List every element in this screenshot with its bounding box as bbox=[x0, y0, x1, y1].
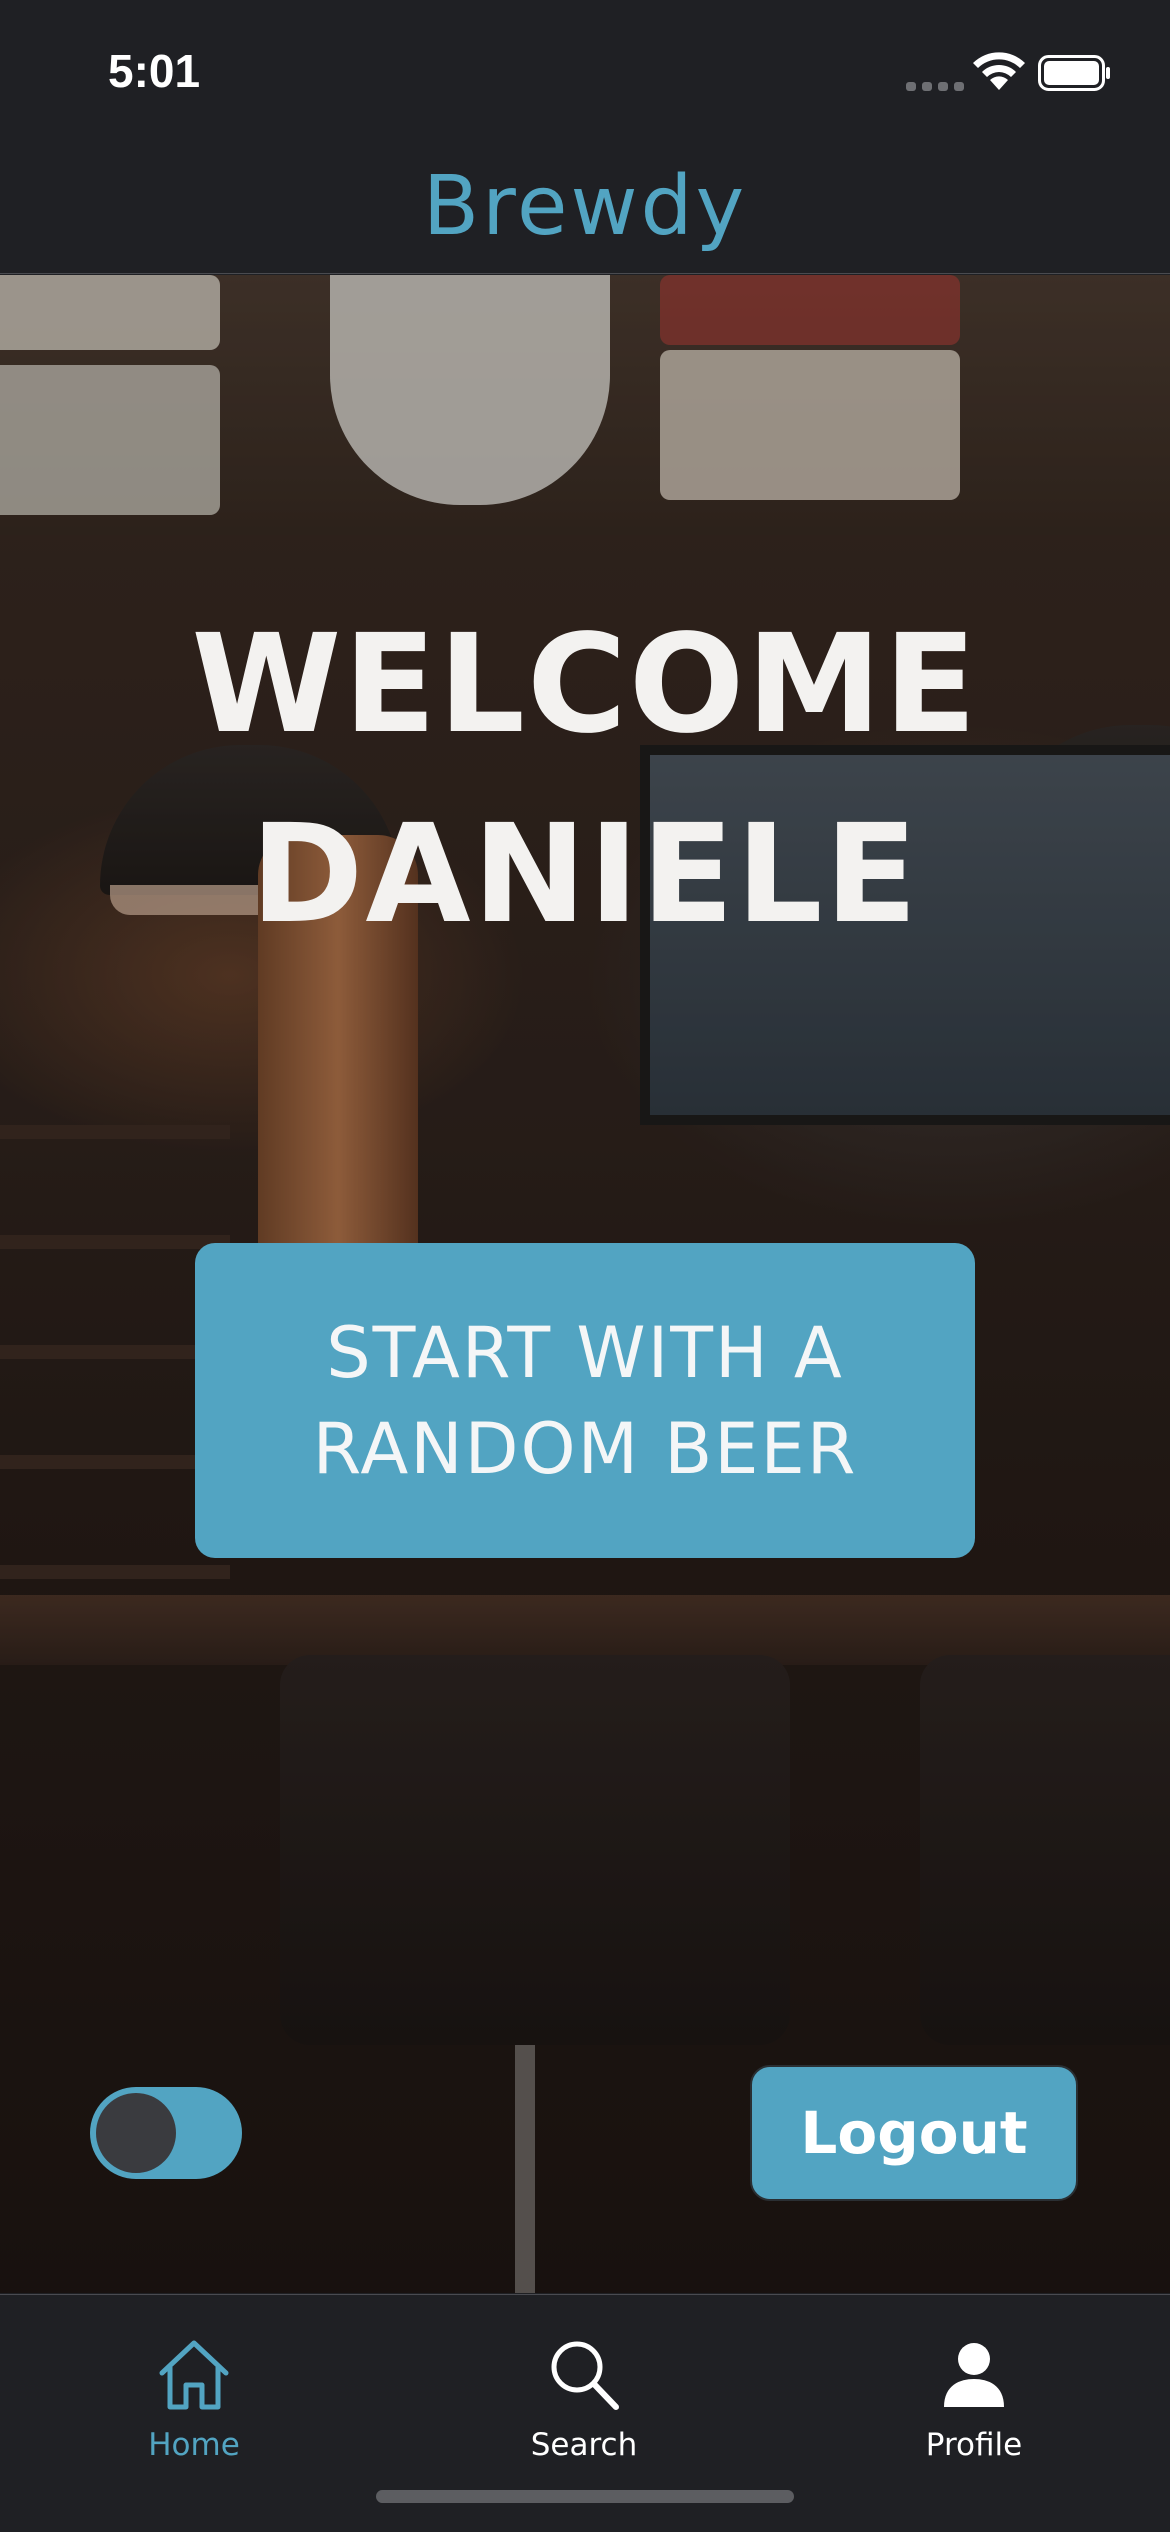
wifi-icon bbox=[973, 52, 1025, 90]
tab-home[interactable]: Home bbox=[94, 2335, 294, 2463]
welcome-heading: WELCOME DANIELE bbox=[0, 590, 1170, 970]
home-icon bbox=[159, 2340, 229, 2410]
status-bar: 5:01 bbox=[0, 0, 1170, 140]
toggle-knob bbox=[96, 2093, 176, 2173]
tab-label: Home bbox=[148, 2427, 240, 2463]
tab-profile[interactable]: Profile bbox=[874, 2335, 1074, 2463]
tab-label: Profile bbox=[925, 2427, 1023, 2463]
home-indicator bbox=[376, 2490, 794, 2503]
search-icon bbox=[551, 2341, 619, 2410]
status-time: 5:01 bbox=[108, 45, 201, 97]
tab-label: Search bbox=[530, 2427, 638, 2463]
theme-toggle[interactable] bbox=[90, 2087, 242, 2179]
logout-button[interactable]: Logout bbox=[750, 2065, 1078, 2201]
person-icon bbox=[944, 2343, 1004, 2407]
app-header: Brewdy bbox=[0, 140, 1170, 274]
app-screen: 5:01 Brewdy WELCOME DANIELE START WITH A… bbox=[0, 0, 1170, 2532]
random-beer-button-label: START WITH A RANDOM BEER bbox=[312, 1311, 858, 1490]
welcome-line: WELCOME bbox=[191, 606, 979, 764]
random-beer-button[interactable]: START WITH A RANDOM BEER bbox=[195, 1243, 975, 1558]
home-hero: WELCOME DANIELE START WITH A RANDOM BEER… bbox=[0, 275, 1170, 2293]
battery-icon bbox=[1038, 55, 1110, 91]
logout-button-label: Logout bbox=[800, 2099, 1028, 2167]
user-name: DANIELE bbox=[250, 796, 920, 954]
app-title: Brewdy bbox=[422, 159, 748, 254]
cellular-signal-icon bbox=[906, 82, 964, 91]
tab-search[interactable]: Search bbox=[484, 2335, 684, 2463]
